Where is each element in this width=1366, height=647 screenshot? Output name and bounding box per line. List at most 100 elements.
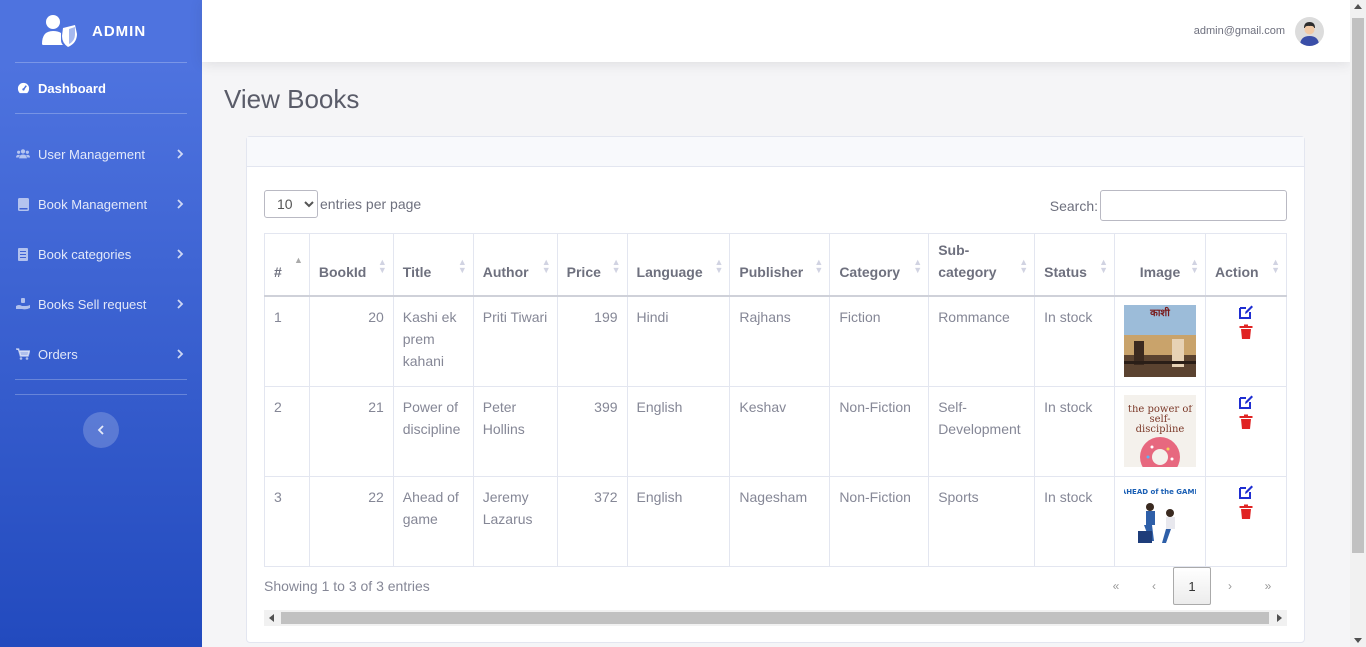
cell-status: In stock (1034, 295, 1116, 387)
scroll-right-icon[interactable] (1277, 614, 1282, 622)
column-header-image[interactable]: Image ▲ ▼ (1114, 233, 1207, 297)
column-header-publisher[interactable]: Publisher ▲ ▼ (729, 233, 831, 297)
pagination-next[interactable]: › (1211, 567, 1249, 605)
sidebar-divider (15, 379, 187, 380)
pagination: « ‹ 1 › » (1097, 567, 1287, 605)
cell-title: Power of discipline (392, 385, 474, 477)
table-row: 1 20 Kashi ek prem kahani Priti Tiwari 1… (264, 295, 1287, 387)
sidebar-item-book-categories[interactable]: Book categories (0, 229, 202, 279)
cell-price: 399 (556, 385, 628, 477)
book-cover-image: the power of self-discipline (1124, 394, 1197, 467)
entries-select[interactable]: 10 (264, 190, 318, 218)
scroll-down-icon[interactable] (1354, 638, 1362, 643)
brand-name: ADMIN (92, 22, 147, 40)
delete-icon[interactable] (1238, 414, 1254, 430)
horizontal-scrollbar[interactable] (264, 610, 1287, 626)
sidebar-divider (15, 113, 187, 114)
sidebar-item-books-sell-request[interactable]: Books Sell request (0, 279, 202, 329)
column-header-index[interactable]: # ▲ (264, 233, 310, 297)
avatar[interactable] (1295, 16, 1324, 46)
users-icon (16, 147, 30, 161)
entries-label: entries per page (320, 196, 422, 212)
brand[interactable]: ADMIN (0, 0, 202, 62)
sort-icon: ▲ ▼ (611, 257, 621, 275)
sort-icon: ▲ ▼ (1190, 257, 1200, 275)
pagination-prev[interactable]: ‹ (1135, 567, 1173, 605)
search-input[interactable] (1100, 190, 1287, 221)
column-header-subcategory[interactable]: Sub-category ▲ ▼ (928, 233, 1036, 297)
table-header-row: # ▲ BookId ▲ ▼ Title ▲ ▼ Author ▲ ▼ Price ▲ ▼ Lan… (264, 233, 1287, 297)
cell-status: In stock (1034, 385, 1116, 477)
column-header-author[interactable]: Author ▲ ▼ (472, 233, 558, 297)
column-header-status[interactable]: Status ▲ ▼ (1034, 233, 1116, 297)
cell-price: 372 (556, 475, 628, 567)
search-label: Search: (1049, 197, 1098, 214)
user-email[interactable]: admin@gmail.com (1194, 25, 1285, 37)
cell-author: Jeremy Lazarus (472, 475, 558, 567)
column-header-title[interactable]: Title ▲ ▼ (392, 233, 474, 297)
book-cover-image: काशी (1124, 304, 1197, 377)
column-header-bookid[interactable]: BookId ▲ ▼ (308, 233, 394, 297)
sidebar: ADMIN Dashboard User Management Book Man… (0, 0, 202, 647)
column-header-price[interactable]: Price ▲ ▼ (556, 233, 628, 297)
scroll-left-icon[interactable] (269, 614, 274, 622)
sort-icon: ▲ ▼ (377, 257, 387, 275)
delete-icon[interactable] (1238, 504, 1254, 520)
cell-subcategory: Rommance (928, 295, 1036, 387)
cell-publisher: Nagesham (729, 475, 831, 567)
chevron-right-icon (177, 349, 184, 359)
sidebar-item-label: Books Sell request (38, 296, 147, 312)
cell-author: Peter Hollins (472, 385, 558, 477)
edit-icon[interactable] (1238, 304, 1254, 320)
list-icon (16, 247, 30, 261)
chevron-right-icon (177, 149, 184, 159)
sidebar-item-book-management[interactable]: Book Management (0, 179, 202, 229)
book-icon (16, 197, 30, 211)
cell-action (1205, 475, 1287, 567)
cell-category: Non-Fiction (829, 475, 930, 567)
card-header (247, 137, 1304, 167)
chevron-right-icon (177, 299, 184, 309)
edit-icon[interactable] (1238, 394, 1254, 410)
cell-title: Kashi ek prem kahani (392, 295, 474, 387)
delete-icon[interactable] (1238, 324, 1254, 340)
sidebar-item-dashboard[interactable]: Dashboard (0, 63, 202, 113)
cell-language: Hindi (626, 295, 731, 387)
cell-index: 2 (264, 385, 310, 477)
topbar: admin@gmail.com (202, 0, 1350, 62)
cell-language: English (626, 385, 731, 477)
sidebar-toggle-button[interactable] (83, 412, 119, 448)
entries-per-page: 10 entries per page (264, 190, 421, 218)
scrollbar-thumb[interactable] (1352, 18, 1364, 553)
cell-subcategory: Sports (928, 475, 1036, 567)
chevron-right-icon (177, 199, 184, 209)
sort-icon: ▲ ▼ (541, 257, 551, 275)
table-row: 2 21 Power of discipline Peter Hollins 3… (264, 385, 1287, 477)
sidebar-item-user-management[interactable]: User Management (0, 129, 202, 179)
vertical-scrollbar[interactable] (1350, 0, 1366, 647)
column-header-language[interactable]: Language ▲ ▼ (626, 233, 731, 297)
scrollbar-thumb[interactable] (281, 612, 1269, 624)
sort-icon: ▲ ▼ (714, 257, 724, 275)
pagination-last[interactable]: » (1249, 567, 1287, 605)
cell-action (1205, 385, 1287, 477)
cell-image: काशी (1114, 295, 1207, 387)
column-header-category[interactable]: Category ▲ ▼ (829, 233, 930, 297)
sidebar-item-label: User Management (38, 146, 145, 162)
user-avatar-icon (1295, 16, 1324, 46)
sidebar-item-label: Dashboard (38, 80, 106, 96)
cell-publisher: Rajhans (729, 295, 831, 387)
cell-bookid: 20 (308, 295, 394, 387)
book-cover-image: AHEAD of the GAME (1124, 484, 1197, 557)
column-header-action[interactable]: Action ▲ ▼ (1205, 233, 1287, 297)
pagination-first[interactable]: « (1097, 567, 1135, 605)
cell-status: In stock (1034, 475, 1116, 567)
sidebar-item-orders[interactable]: Orders (0, 329, 202, 379)
pagination-current-page[interactable]: 1 (1173, 567, 1211, 605)
edit-icon[interactable] (1238, 484, 1254, 500)
scroll-up-icon[interactable] (1354, 4, 1362, 9)
cell-author: Priti Tiwari (472, 295, 558, 387)
cell-subcategory: Self-Development (928, 385, 1036, 477)
chevron-left-icon (97, 425, 104, 435)
books-table: # ▲ BookId ▲ ▼ Title ▲ ▼ Author ▲ ▼ Price ▲ ▼ Lan… (264, 233, 1287, 567)
